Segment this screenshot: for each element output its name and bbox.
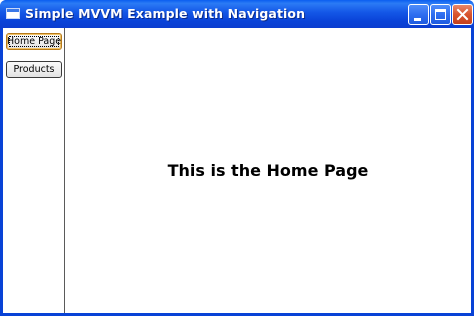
title-bar[interactable]: Simple MVVM Example with Navigation: [0, 0, 474, 28]
close-button[interactable]: [452, 4, 473, 25]
home-page-button[interactable]: Home Page: [6, 33, 62, 50]
maximize-icon: [435, 9, 446, 20]
app-window: Simple MVVM Example with Navigation Home…: [0, 0, 474, 316]
minimize-icon: [414, 18, 421, 21]
window-title: Simple MVVM Example with Navigation: [25, 6, 306, 21]
client-area: Home Page Products This is the Home Page: [3, 28, 471, 313]
close-icon: [456, 8, 469, 21]
maximize-button[interactable]: [430, 4, 451, 25]
app-icon[interactable]: [6, 8, 20, 19]
navigation-sidebar: Home Page Products: [3, 28, 65, 313]
minimize-button[interactable]: [408, 4, 429, 25]
content-area: This is the Home Page: [65, 28, 471, 313]
products-button[interactable]: Products: [6, 61, 62, 78]
page-heading: This is the Home Page: [167, 161, 369, 180]
